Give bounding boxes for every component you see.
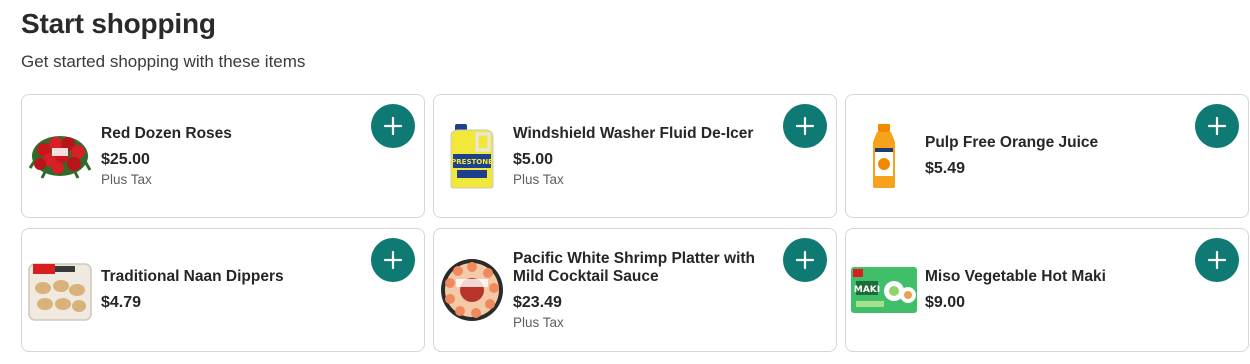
product-name[interactable]: Miso Vegetable Hot Maki [925,268,1195,286]
plus-icon [1207,250,1227,270]
product-name[interactable]: Windshield Washer Fluid De-Icer [513,125,783,143]
product-price: $9.00 [925,294,966,312]
add-to-cart-button[interactable] [783,104,827,148]
product-tax-note: Plus Tax [513,172,564,188]
plus-icon [795,116,815,136]
plus-icon [1207,116,1227,136]
product-price: $5.49 [925,160,966,178]
product-price: $25.00 [101,151,150,169]
product-image-orange-juice[interactable] [850,122,918,190]
plus-icon [795,250,815,270]
add-to-cart-button[interactable] [371,104,415,148]
product-name[interactable]: Traditional Naan Dippers [101,268,371,286]
svg-text:PRESTONE: PRESTONE [451,158,493,166]
product-price: $4.79 [101,294,142,312]
product-image-shrimp-platter[interactable] [438,256,506,324]
product-tax-note: Plus Tax [513,315,564,331]
product-card[interactable]: PRESTONE Windshield Washer Fluid De-Icer… [433,94,837,218]
plus-icon [383,250,403,270]
page-subtitle: Get started shopping with these items [21,52,306,71]
product-card[interactable]: Traditional Naan Dippers $4.79 [21,228,425,352]
product-price: $5.00 [513,151,554,169]
product-image-naan-dippers[interactable] [26,256,94,324]
product-card[interactable]: Pacific White Shrimp Platter with Mild C… [433,228,837,352]
svg-text:MAKI: MAKI [854,285,880,295]
product-image-roses[interactable] [26,122,94,190]
product-card[interactable]: MAKI Miso Vegetable Hot Maki $9.00 [845,228,1249,352]
product-price: $23.49 [513,294,562,312]
product-name[interactable]: Pulp Free Orange Juice [925,134,1195,152]
product-name[interactable]: Red Dozen Roses [101,125,371,143]
product-grid: Red Dozen Roses $25.00 Plus Tax PRESTONE… [21,94,1249,352]
product-card[interactable]: Red Dozen Roses $25.00 Plus Tax [21,94,425,218]
add-to-cart-button[interactable] [783,238,827,282]
add-to-cart-button[interactable] [1195,104,1239,148]
page-title: Start shopping [21,8,216,39]
product-name[interactable]: Pacific White Shrimp Platter with Mild C… [513,250,783,286]
product-tax-note: Plus Tax [101,172,152,188]
plus-icon [383,116,403,136]
add-to-cart-button[interactable] [1195,238,1239,282]
add-to-cart-button[interactable] [371,238,415,282]
product-card[interactable]: Pulp Free Orange Juice $5.49 [845,94,1249,218]
product-image-washer-fluid[interactable]: PRESTONE [438,122,506,190]
product-image-hot-maki[interactable]: MAKI [850,256,918,324]
